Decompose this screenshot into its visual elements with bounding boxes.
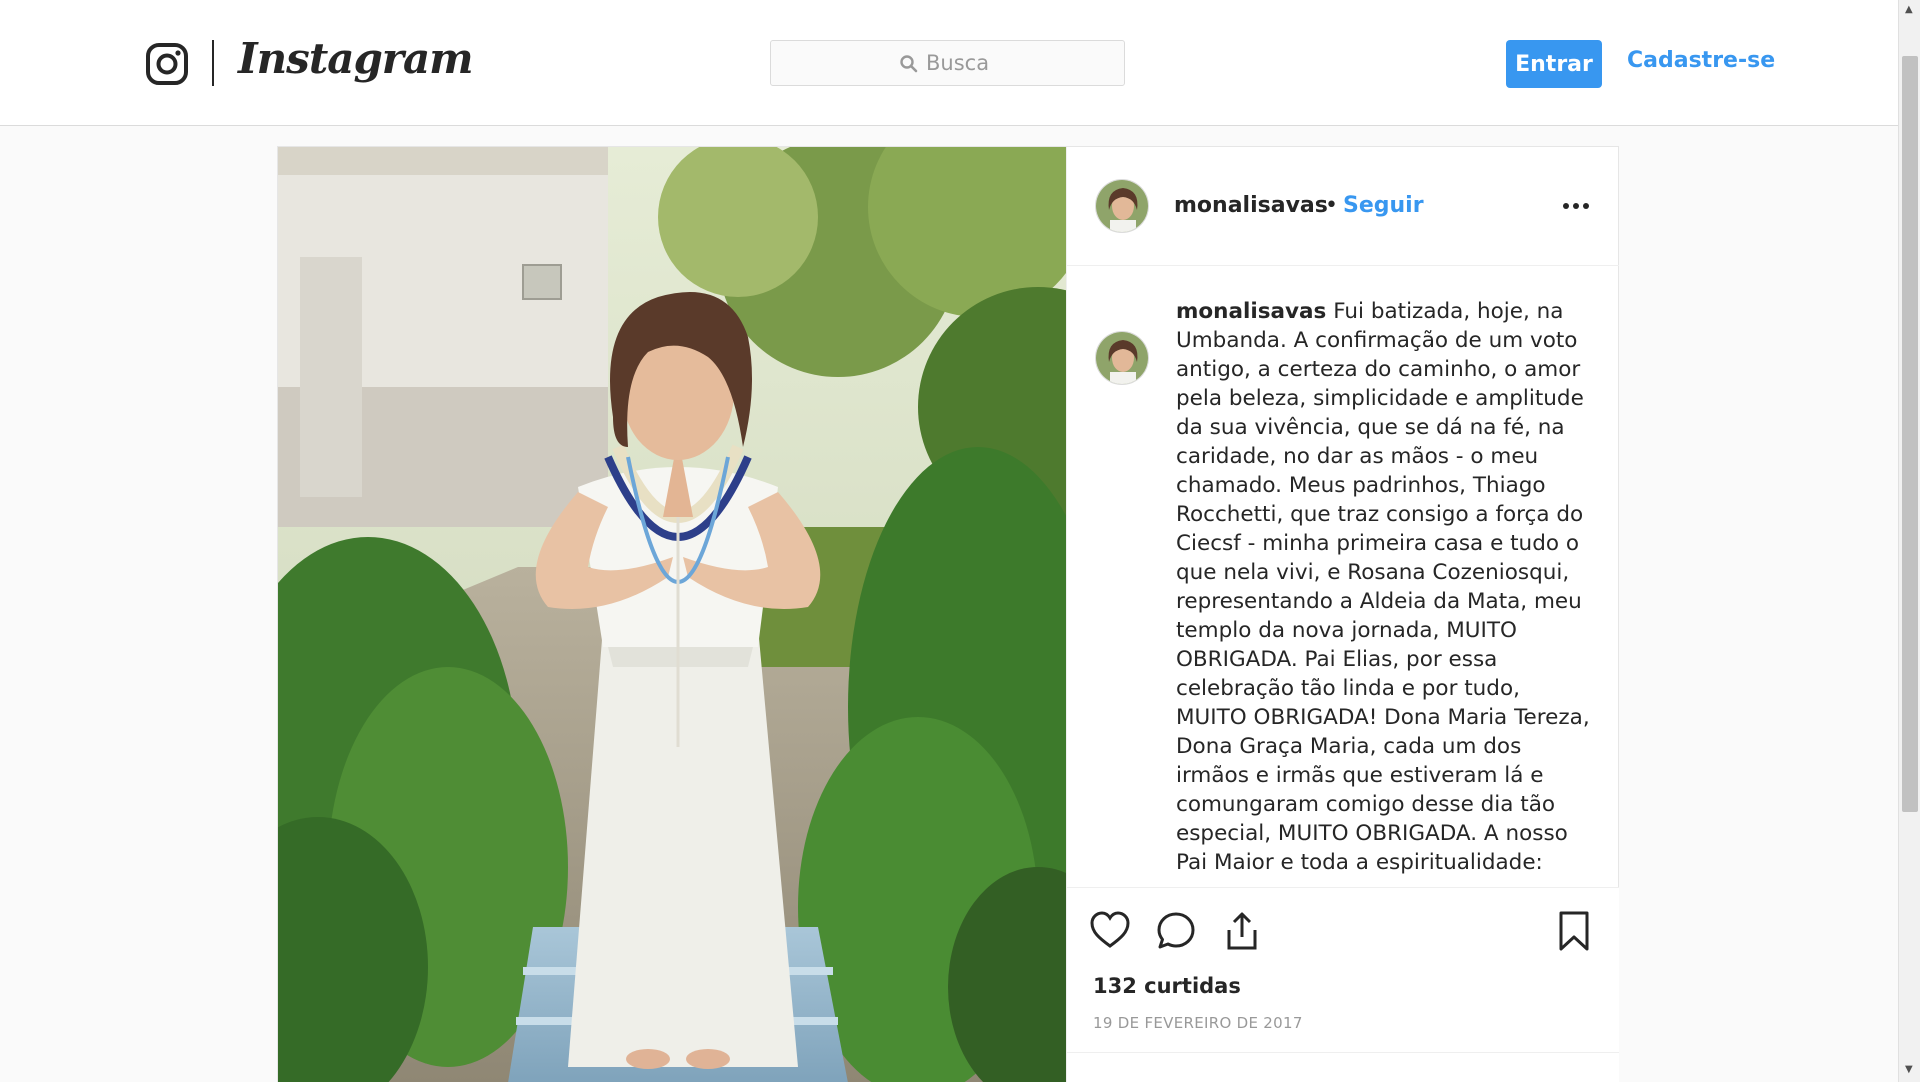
avatar[interactable] bbox=[1095, 179, 1149, 233]
caption-username[interactable]: monalisavas bbox=[1176, 299, 1326, 324]
post-sidebar: monalisavas • Seguir monalisavas Fui bat… bbox=[1066, 147, 1619, 1082]
search-placeholder: Busca bbox=[926, 51, 990, 75]
post-username[interactable]: monalisavas bbox=[1174, 193, 1328, 218]
follow-button[interactable]: Seguir bbox=[1343, 193, 1424, 218]
instagram-glyph-icon[interactable] bbox=[145, 42, 189, 86]
scroll-up-icon[interactable]: ▲ bbox=[1905, 4, 1913, 15]
comment-bubble-icon[interactable] bbox=[1155, 910, 1197, 952]
divider bbox=[1067, 1052, 1619, 1053]
login-button[interactable]: Entrar bbox=[1506, 40, 1602, 88]
bookmark-icon[interactable] bbox=[1553, 910, 1595, 952]
caption-text: monalisavas Fui batizada, hoje, na Umban… bbox=[1176, 297, 1594, 877]
scroll-down-icon[interactable]: ▼ bbox=[1905, 1064, 1913, 1075]
scrollbar-thumb[interactable] bbox=[1902, 56, 1918, 812]
post-photo-illustration bbox=[278, 147, 1066, 1082]
post-date[interactable]: 19 DE FEVEREIRO DE 2017 bbox=[1093, 1014, 1303, 1032]
heart-icon[interactable] bbox=[1089, 910, 1131, 952]
actions-bar: 132 curtidas 19 DE FEVEREIRO DE 2017 bbox=[1067, 887, 1619, 1082]
caption-body: Fui batizada, hoje, na Umbanda. A confir… bbox=[1176, 299, 1590, 875]
post-photo[interactable] bbox=[278, 147, 1066, 1082]
avatar-image bbox=[1096, 180, 1148, 232]
page-scrollbar[interactable]: ▲ ▼ bbox=[1898, 0, 1920, 1082]
top-navbar: Instagram Busca Entrar Cadastre-se bbox=[0, 0, 1898, 126]
search-icon bbox=[900, 55, 918, 73]
post-header: monalisavas • Seguir bbox=[1067, 147, 1619, 266]
likes-count[interactable]: 132 curtidas bbox=[1093, 974, 1241, 998]
search-input[interactable]: Busca bbox=[770, 40, 1125, 86]
separator-dot: • bbox=[1325, 193, 1338, 218]
nav-divider bbox=[212, 40, 214, 86]
instagram-wordmark[interactable]: Instagram bbox=[238, 34, 474, 83]
share-icon[interactable] bbox=[1221, 910, 1263, 952]
caption-viewport: monalisavas Fui batizada, hoje, na Umban… bbox=[1067, 297, 1619, 887]
more-options-icon[interactable] bbox=[1561, 199, 1591, 213]
signup-link[interactable]: Cadastre-se bbox=[1627, 48, 1775, 73]
post-card: monalisavas • Seguir monalisavas Fui bat… bbox=[277, 146, 1619, 1082]
